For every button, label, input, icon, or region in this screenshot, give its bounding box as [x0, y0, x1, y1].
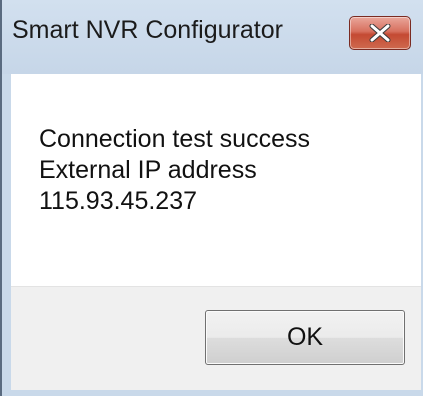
message-dialog: Smart NVR Configurator Connection test s… [0, 0, 423, 396]
close-icon [369, 24, 391, 42]
title-bar[interactable]: Smart NVR Configurator [2, 0, 423, 74]
close-button[interactable] [349, 16, 411, 50]
button-bar: OK [11, 286, 421, 390]
ip-address-value: 115.93.45.237 [39, 187, 198, 215]
ip-label: External IP address [39, 156, 257, 184]
message-text: Connection test success External IP addr… [39, 124, 310, 217]
ok-button[interactable]: OK [205, 310, 405, 365]
dialog-content: Connection test success External IP addr… [11, 74, 421, 286]
status-message: Connection test success [39, 125, 310, 153]
window-bottom-frame [2, 390, 423, 396]
window-title: Smart NVR Configurator [12, 16, 283, 44]
